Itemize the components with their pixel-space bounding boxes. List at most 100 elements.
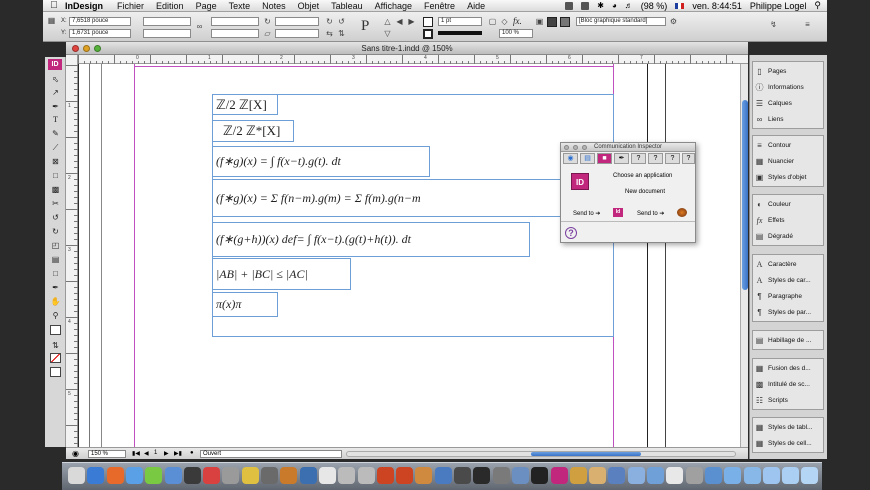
dock-app-icon[interactable] xyxy=(357,467,375,484)
rotate-ccw-icon[interactable]: ↺ xyxy=(337,17,346,26)
page-number[interactable]: 1 xyxy=(154,450,157,456)
dock-app-icon[interactable] xyxy=(280,467,298,484)
button-tool-icon[interactable]: ▩ xyxy=(50,185,61,195)
dock-app-icon[interactable] xyxy=(511,467,529,484)
dock-app-icon[interactable] xyxy=(743,467,761,484)
dock-app-icon[interactable] xyxy=(338,467,356,484)
dock-app-icon[interactable] xyxy=(801,467,819,484)
bluetooth-icon[interactable]: ✱ xyxy=(597,1,604,10)
scroll-thumb[interactable] xyxy=(742,100,748,290)
dock-app-icon[interactable] xyxy=(704,467,722,484)
note-tool-icon[interactable]: □ xyxy=(50,269,61,279)
dock-app-icon[interactable] xyxy=(261,467,278,484)
panel-table-styles[interactable]: ▦ Styles de tabl... xyxy=(755,420,813,434)
swap-colors-icon[interactable]: ⇅ xyxy=(50,341,61,351)
stroke-icon[interactable]: ▢ xyxy=(488,17,497,26)
fill-swatch[interactable] xyxy=(423,17,433,27)
dock-app-icon[interactable] xyxy=(241,467,259,484)
fill-stroke-icon[interactable] xyxy=(50,325,61,335)
height-field[interactable] xyxy=(143,29,191,38)
dock-app-icon[interactable] xyxy=(647,467,664,484)
zoom-level-field[interactable]: 150 % xyxy=(88,450,126,458)
dock-app-icon[interactable] xyxy=(183,467,201,484)
scale-y-field[interactable] xyxy=(211,29,259,38)
fx-icon[interactable]: fx. xyxy=(513,16,522,26)
line-tool-icon[interactable]: ⟋ xyxy=(50,143,61,153)
menu-aide[interactable]: Aide xyxy=(467,1,485,11)
scale-tool-icon[interactable]: ◰ xyxy=(50,241,61,251)
document-canvas[interactable]: ℤ/2 ℤ[X] ℤ/2 ℤ*[X] (f∗g)(x) = ∫ f(x−t).g… xyxy=(79,64,740,447)
inspector-tab-brush[interactable]: ✒ xyxy=(614,153,629,164)
dock-app-icon[interactable] xyxy=(782,467,800,484)
x-field[interactable]: 7,6518 pouce xyxy=(69,17,131,26)
inspector-tab-help[interactable]: ? xyxy=(665,153,680,164)
dock-app-icon[interactable] xyxy=(125,467,143,484)
previous-object-icon[interactable]: ◀ xyxy=(395,17,404,26)
drop-shadow-icon[interactable]: ▣ xyxy=(535,17,544,26)
panel-links[interactable]: ∞ Liens xyxy=(755,112,784,126)
constrain-proportions-icon[interactable]: ∞ xyxy=(195,22,204,31)
horizontal-ruler[interactable]: 0 1 2 3 4 5 6 7 xyxy=(78,55,748,64)
menu-tableau[interactable]: Tableau xyxy=(331,1,363,11)
gradient-tool-icon[interactable]: ▤ xyxy=(50,255,61,265)
y-field[interactable]: 1,6731 pouce xyxy=(69,29,131,38)
rotate-tool-icon[interactable]: ↻ xyxy=(50,227,61,237)
battery-status[interactable]: (98 %) xyxy=(641,1,668,11)
dock-app-icon[interactable] xyxy=(608,467,626,484)
panel-menu-icon[interactable]: ≡ xyxy=(803,20,812,29)
dock-app-icon[interactable] xyxy=(87,467,105,484)
pencil-tool-icon[interactable]: ✎ xyxy=(50,129,61,139)
pen-tool-icon[interactable]: ✒ xyxy=(50,102,61,112)
panel-paragraph[interactable]: ¶ Paragraphe xyxy=(755,289,802,303)
paragraph-icon[interactable]: P xyxy=(361,18,369,35)
select-container-icon[interactable]: △ xyxy=(383,17,392,26)
width-field[interactable] xyxy=(143,17,191,26)
dock-app-icon[interactable] xyxy=(376,467,394,484)
next-page-icon[interactable]: ▶ xyxy=(164,450,169,457)
send-to-indesign-icon[interactable]: Id xyxy=(613,208,623,217)
indesign-app-icon[interactable]: ID xyxy=(571,173,589,190)
previous-page-icon[interactable]: ◀ xyxy=(144,450,149,457)
dock-app-icon[interactable] xyxy=(531,467,549,484)
formula-frame[interactable]: |AB| + |BC| ≤ |AC| xyxy=(212,258,351,290)
formula-frame[interactable]: (f∗(g+h))(x) def= ∫ f(x−t).(g(t)+h(t)). … xyxy=(212,222,530,257)
stroke-swatch[interactable] xyxy=(423,29,433,39)
shear-icon[interactable]: ▱ xyxy=(263,29,272,38)
type-tool-icon[interactable]: T xyxy=(50,115,61,125)
free-transform-tool-icon[interactable]: ↺ xyxy=(50,213,61,223)
vertical-scrollbar[interactable] xyxy=(740,64,748,447)
select-content-icon[interactable]: ▽ xyxy=(383,29,392,38)
inspector-minimize-button[interactable] xyxy=(573,145,578,150)
inspector-tab-help[interactable]: ? xyxy=(682,153,695,164)
dock-app-icon[interactable] xyxy=(724,467,742,484)
dock-app-icon[interactable] xyxy=(685,467,703,484)
next-object-icon[interactable]: ▶ xyxy=(407,17,416,26)
panel-info[interactable]: ⓘ Informations xyxy=(755,80,804,94)
menu-fichier[interactable]: Fichier xyxy=(117,1,144,11)
flip-vertical-icon[interactable]: ⇅ xyxy=(337,29,346,38)
none-color-icon[interactable] xyxy=(50,353,61,363)
document-state[interactable]: Ouvert xyxy=(200,450,342,458)
menu-page[interactable]: Page xyxy=(196,1,217,11)
new-document-label[interactable]: New document xyxy=(625,189,665,195)
menu-edition[interactable]: Edition xyxy=(156,1,184,11)
flag-icon[interactable] xyxy=(675,2,685,9)
style-options-icon[interactable]: ⚙ xyxy=(669,17,678,26)
stroke-weight-field[interactable]: 1 pt xyxy=(438,17,482,26)
panel-script-label[interactable]: ▩ Intitulé de sc... xyxy=(755,377,810,391)
direct-selection-tool-icon[interactable]: ↗ xyxy=(50,88,61,98)
panel-character-styles[interactable]: A Styles de car... xyxy=(755,273,811,287)
dock-app-icon[interactable] xyxy=(589,467,607,484)
rotation-field[interactable] xyxy=(275,17,319,26)
menu-extra-icon[interactable] xyxy=(565,1,574,10)
wifi-icon[interactable]: ◕ xyxy=(612,1,617,10)
dock-app-icon[interactable] xyxy=(145,467,163,484)
eyedropper-tool-icon[interactable]: ✒ xyxy=(50,283,61,293)
menu-extra-icon[interactable] xyxy=(581,1,590,10)
panel-color[interactable]: ◐ Couleur xyxy=(755,197,791,211)
inspector-tab-book[interactable]: ▤ xyxy=(580,153,595,164)
rectangle-tool-icon[interactable]: □ xyxy=(50,171,61,181)
panel-pages[interactable]: ▯ Pages xyxy=(755,64,786,78)
effects-icon[interactable]: ◇ xyxy=(500,17,509,26)
panel-paragraph-styles[interactable]: ¶ Styles de par... xyxy=(755,305,811,319)
